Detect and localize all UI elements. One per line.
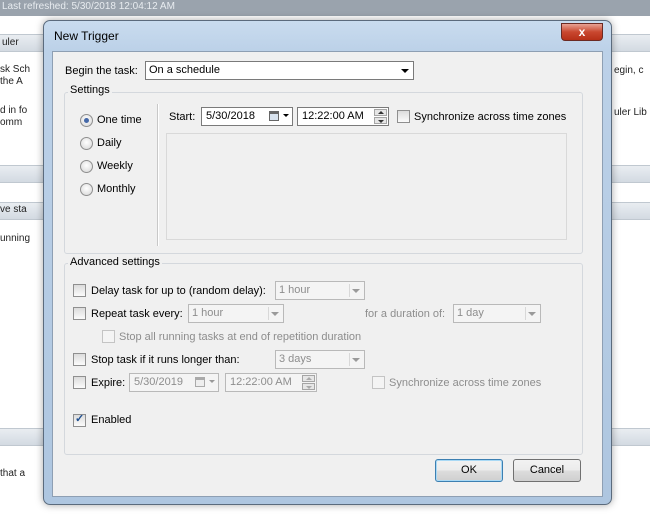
- parent-text-fragment: sk Sch: [0, 64, 31, 75]
- parent-status-bar: Last refreshed: 5/30/2018 12:04:12 AM: [0, 0, 650, 16]
- enabled-checkbox[interactable]: ✓: [73, 413, 86, 427]
- spin-up-icon[interactable]: [374, 109, 387, 116]
- parent-text-fragment: omm: [0, 117, 23, 128]
- repeat-interval-dropdown[interactable]: 1 hour: [188, 304, 284, 323]
- parent-text-fragment: uler Lib: [614, 107, 647, 118]
- chevron-down-icon: [209, 380, 215, 383]
- expire-label[interactable]: Expire:: [91, 377, 125, 389]
- spin-up-icon[interactable]: [302, 375, 315, 382]
- chevron-down-icon: [352, 358, 360, 362]
- parent-text-fragment: uler: [2, 37, 19, 48]
- dropdown-divider: [268, 307, 269, 320]
- calendar-icon: [195, 377, 205, 387]
- start-label: Start:: [169, 111, 196, 123]
- calendar-button[interactable]: [267, 109, 291, 124]
- repeat-interval-value: 1 hour: [192, 307, 224, 319]
- chevron-down-icon: [352, 289, 360, 293]
- time-spinner[interactable]: [302, 375, 315, 390]
- duration-label: for a duration of:: [365, 308, 446, 320]
- expire-date-picker[interactable]: 5/30/2019: [129, 373, 219, 392]
- schedule-details-panel: [166, 133, 567, 240]
- enabled-label[interactable]: Enabled: [91, 414, 131, 426]
- chevron-down-icon: [401, 69, 409, 73]
- start-date-picker[interactable]: 5/30/2018: [201, 107, 293, 126]
- stop-all-tasks-label: Stop all running tasks at end of repetit…: [119, 331, 362, 343]
- dialog-title: New Trigger: [54, 29, 119, 43]
- radio-weekly[interactable]: [80, 160, 93, 173]
- duration-value: 1 day: [457, 307, 484, 319]
- calendar-button[interactable]: [193, 375, 217, 390]
- stop-if-longer-dropdown[interactable]: 3 days: [275, 350, 365, 369]
- expire-time-input[interactable]: 12:22:00 AM: [225, 373, 317, 392]
- parent-text-fragment: that a: [0, 468, 26, 479]
- radio-weekly-label[interactable]: Weekly: [97, 160, 133, 172]
- stop-if-longer-label[interactable]: Stop task if it runs longer than:: [91, 354, 240, 366]
- delay-checkbox[interactable]: [73, 284, 86, 297]
- sync-timezones-checkbox[interactable]: [397, 110, 410, 123]
- start-date-value: 5/30/2018: [206, 110, 255, 122]
- chevron-down-icon: [283, 114, 289, 117]
- new-trigger-dialog: New Trigger x Begin the task: On a sched…: [43, 20, 612, 505]
- expire-sync-label: Synchronize across time zones: [389, 377, 542, 389]
- start-time-input[interactable]: 12:22:00 AM: [297, 107, 389, 126]
- close-icon: x: [578, 25, 586, 39]
- begin-task-label: Begin the task:: [65, 65, 138, 77]
- dropdown-divider: [349, 284, 350, 297]
- time-spinner[interactable]: [374, 109, 387, 124]
- delay-label[interactable]: Delay task for up to (random delay):: [91, 285, 266, 297]
- settings-title: Settings: [68, 84, 112, 96]
- expire-time-value: 12:22:00 AM: [230, 376, 292, 388]
- expire-checkbox[interactable]: [73, 376, 86, 389]
- dropdown-divider: [349, 353, 350, 366]
- radio-daily[interactable]: [80, 137, 93, 150]
- ok-button[interactable]: OK: [435, 459, 503, 482]
- repeat-checkbox[interactable]: [73, 307, 86, 320]
- expire-date-value: 5/30/2019: [134, 376, 183, 388]
- stop-if-longer-value: 3 days: [279, 353, 312, 365]
- settings-divider: [157, 104, 159, 246]
- parent-text-fragment: the A: [0, 76, 23, 87]
- repeat-label[interactable]: Repeat task every:: [91, 308, 183, 320]
- dropdown-divider: [525, 307, 526, 320]
- spin-down-icon[interactable]: [302, 383, 315, 390]
- stop-all-tasks-checkbox[interactable]: [102, 330, 115, 343]
- last-refreshed-text: Last refreshed: 5/30/2018 12:04:12 AM: [2, 1, 175, 12]
- start-time-value: 12:22:00 AM: [302, 110, 364, 122]
- spin-down-icon[interactable]: [374, 117, 387, 124]
- chevron-down-icon: [528, 312, 536, 316]
- radio-monthly[interactable]: [80, 183, 93, 196]
- radio-daily-label[interactable]: Daily: [97, 137, 121, 149]
- cancel-button[interactable]: Cancel: [513, 459, 581, 482]
- radio-one-time-label[interactable]: One time: [97, 114, 142, 126]
- parent-text-fragment: d in fo: [0, 105, 28, 116]
- duration-dropdown[interactable]: 1 day: [453, 304, 541, 323]
- stop-if-longer-checkbox[interactable]: [73, 353, 86, 366]
- advanced-settings-title: Advanced settings: [68, 256, 162, 268]
- radio-one-time[interactable]: [80, 114, 93, 127]
- begin-task-dropdown[interactable]: On a schedule: [145, 61, 414, 80]
- checkmark-icon: ✓: [75, 413, 85, 425]
- dialog-client-area: Begin the task: On a schedule Settings O…: [52, 51, 603, 497]
- delay-dropdown[interactable]: 1 hour: [275, 281, 365, 300]
- parent-text-fragment: unning: [0, 233, 31, 244]
- parent-text-fragment: ve sta: [0, 204, 27, 215]
- calendar-icon: [269, 111, 279, 121]
- radio-monthly-label[interactable]: Monthly: [97, 183, 136, 195]
- parent-text-fragment: egin, c: [614, 65, 644, 76]
- delay-value: 1 hour: [279, 284, 311, 296]
- begin-task-value: On a schedule: [149, 64, 220, 76]
- sync-timezones-label[interactable]: Synchronize across time zones: [414, 111, 566, 123]
- close-button[interactable]: x: [561, 23, 603, 41]
- expire-sync-checkbox[interactable]: [372, 376, 385, 389]
- chevron-down-icon: [271, 312, 279, 316]
